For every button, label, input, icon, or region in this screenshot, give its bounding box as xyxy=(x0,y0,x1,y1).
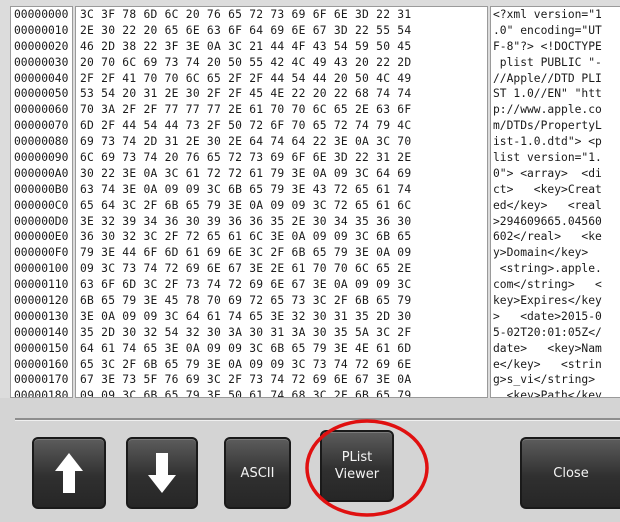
offset-cell: 00000040 xyxy=(14,71,69,85)
hex-row: 6C 69 73 74 20 76 65 72 73 69 6F 6E 3D 2… xyxy=(80,151,412,165)
hex-row: 2E 30 22 20 65 6E 63 6F 64 69 6E 67 3D 2… xyxy=(80,23,412,37)
hex-row: 36 30 32 3C 2F 72 65 61 6C 3E 0A 09 09 3… xyxy=(80,230,412,244)
offset-cell: 000000F0 xyxy=(14,246,69,260)
hex-row: 3C 3F 78 6D 6C 20 76 65 72 73 69 6F 6E 3… xyxy=(80,8,412,21)
ascii-row: <string>.apple. xyxy=(493,262,602,276)
ascii-row: plist PUBLIC "- xyxy=(493,55,602,69)
offset-column: 00000000 00000010 00000020 00000030 00000040… xyxy=(10,6,73,398)
ascii-row: 602</real> <ke xyxy=(493,230,602,244)
offset-cell: 00000020 xyxy=(14,39,69,53)
hex-row: 09 3C 73 74 72 69 6E 67 3E 2E 61 70 70 6… xyxy=(80,262,412,276)
hex-row: 09 09 3C 6B 65 79 3E 50 61 74 68 3C 2F 6… xyxy=(80,389,412,398)
hex-row: 6B 65 79 3E 45 78 70 69 72 65 73 3C 2F 6… xyxy=(80,294,412,308)
hex-row: 3E 32 39 34 36 30 39 36 36 35 2E 30 34 3… xyxy=(80,214,412,228)
offset-cell: 00000010 xyxy=(14,23,69,37)
hex-row: 46 2D 38 22 3F 3E 0A 3C 21 44 4F 43 54 5… xyxy=(80,39,412,53)
ascii-row: ST 1.0//EN" "htt xyxy=(493,87,602,101)
ascii-row: .0" encoding="UT xyxy=(493,23,602,37)
hex-row: 3E 0A 09 09 3C 64 61 74 65 3E 32 30 31 3… xyxy=(80,309,412,323)
offset-cell: 000000B0 xyxy=(14,182,69,196)
arrow-down-icon xyxy=(148,453,176,493)
ascii-row: > <date>2015-0 xyxy=(493,309,602,323)
ascii-row: key>Expires</key xyxy=(493,294,602,308)
ascii-row: e</key> <strin xyxy=(493,357,602,371)
hex-row: 70 3A 2F 2F 77 77 77 2E 61 70 70 6C 65 2… xyxy=(80,103,412,117)
offset-cell: 00000050 xyxy=(14,87,69,101)
ascii-row: p://www.apple.co xyxy=(493,103,602,117)
ascii-row: <key>Path</key xyxy=(493,389,602,398)
ascii-row: date> <key>Nam xyxy=(493,341,602,355)
ascii-row: >294609665.04560 xyxy=(493,214,602,228)
ascii-row: com</string> < xyxy=(493,278,602,292)
offset-cell: 000000E0 xyxy=(14,230,69,244)
ascii-row: <?xml version="1 xyxy=(493,8,602,21)
ascii-row: list version="1. xyxy=(493,151,602,165)
hex-row: 69 73 74 2D 31 2E 30 2E 64 74 64 22 3E 0… xyxy=(80,135,412,149)
arrow-up-icon xyxy=(55,453,83,493)
offset-cell: 000000C0 xyxy=(14,198,69,212)
ascii-row: ct> <key>Creat xyxy=(493,182,602,196)
offset-cell: 000000A0 xyxy=(14,166,69,180)
hex-row: 2F 2F 41 70 70 6C 65 2F 2F 44 54 44 20 5… xyxy=(80,71,412,85)
hex-row: 6D 2F 44 54 44 73 2F 50 72 6F 70 65 72 7… xyxy=(80,119,412,133)
hex-viewer: 00000000 00000010 00000020 00000030 00000040… xyxy=(0,0,620,398)
offset-cell: 00000140 xyxy=(14,325,69,339)
close-button-label: Close xyxy=(553,465,589,481)
ascii-row: ed</key> <real xyxy=(493,198,602,212)
hex-row: 79 3E 44 6F 6D 61 69 6E 3C 2F 6B 65 79 3… xyxy=(80,246,412,260)
offset-cell: 00000100 xyxy=(14,262,69,276)
offset-cell: 00000080 xyxy=(14,135,69,149)
offset-cell: 00000150 xyxy=(14,341,69,355)
hex-row: 20 70 6C 69 73 74 20 50 55 42 4C 49 43 2… xyxy=(80,55,412,69)
hex-row: 63 6F 6D 3C 2F 73 74 72 69 6E 67 3E 0A 0… xyxy=(80,278,412,292)
offset-cell: 00000130 xyxy=(14,309,69,323)
ascii-column[interactable]: <?xml version="1 .0" encoding="UT F-8"?> <… xyxy=(490,6,620,398)
hex-row: 35 2D 30 32 54 32 30 3A 30 31 3A 30 35 5… xyxy=(80,325,412,339)
ascii-row: g>s_vi</string> xyxy=(493,373,602,387)
plist-viewer-button[interactable]: PList Viewer xyxy=(320,430,394,502)
hex-row: 65 64 3C 2F 6B 65 79 3E 0A 09 09 3C 72 6… xyxy=(80,198,412,212)
ascii-button-label: ASCII xyxy=(240,465,275,481)
offset-cell: 00000070 xyxy=(14,119,69,133)
ascii-row: F-8"?> <!DOCTYPE xyxy=(493,39,602,53)
ascii-row: 0"> <array> <di xyxy=(493,166,602,180)
hex-row: 67 3E 73 5F 76 69 3C 2F 73 74 72 69 6E 6… xyxy=(80,373,412,387)
ascii-row: ist-1.0.dtd"> <p xyxy=(493,135,602,149)
offset-cell: 00000060 xyxy=(14,103,69,117)
offset-cell: 00000180 xyxy=(14,389,69,398)
hex-row: 30 22 3E 0A 3C 61 72 72 61 79 3E 0A 09 3… xyxy=(80,166,412,180)
hex-row: 53 54 20 31 2E 30 2F 2F 45 4E 22 20 22 6… xyxy=(80,87,412,101)
hex-row: 65 3C 2F 6B 65 79 3E 0A 09 09 3C 73 74 7… xyxy=(80,357,412,371)
scroll-up-button[interactable] xyxy=(32,437,106,509)
ascii-button[interactable]: ASCII xyxy=(224,437,291,509)
offset-cell: 00000030 xyxy=(14,55,69,69)
scroll-down-button[interactable] xyxy=(126,437,198,509)
offset-cell: 00000110 xyxy=(14,278,69,292)
close-button[interactable]: Close xyxy=(520,437,620,509)
ascii-row: //Apple//DTD PLI xyxy=(493,71,602,85)
plist-viewer-button-label: PList Viewer xyxy=(334,450,380,482)
toolbar-divider xyxy=(15,418,620,421)
ascii-row: y>Domain</key> xyxy=(493,246,596,260)
ascii-row: m/DTDs/PropertyL xyxy=(493,119,602,133)
offset-cell: 000000D0 xyxy=(14,214,69,228)
offset-cell: 00000090 xyxy=(14,151,69,165)
offset-cell: 00000120 xyxy=(14,294,69,308)
offset-cell: 00000170 xyxy=(14,373,69,387)
hex-row: 64 61 74 65 3E 0A 09 09 3C 6B 65 79 3E 4… xyxy=(80,341,412,355)
ascii-row: 5-02T20:01:05Z</ xyxy=(493,325,602,339)
offset-cell: 00000160 xyxy=(14,357,69,371)
hex-row: 63 74 3E 0A 09 09 3C 6B 65 79 3E 43 72 6… xyxy=(80,182,412,196)
offset-cell: 00000000 xyxy=(14,8,69,21)
hex-column[interactable]: 3C 3F 78 6D 6C 20 76 65 72 73 69 6F 6E 3… xyxy=(75,6,488,398)
